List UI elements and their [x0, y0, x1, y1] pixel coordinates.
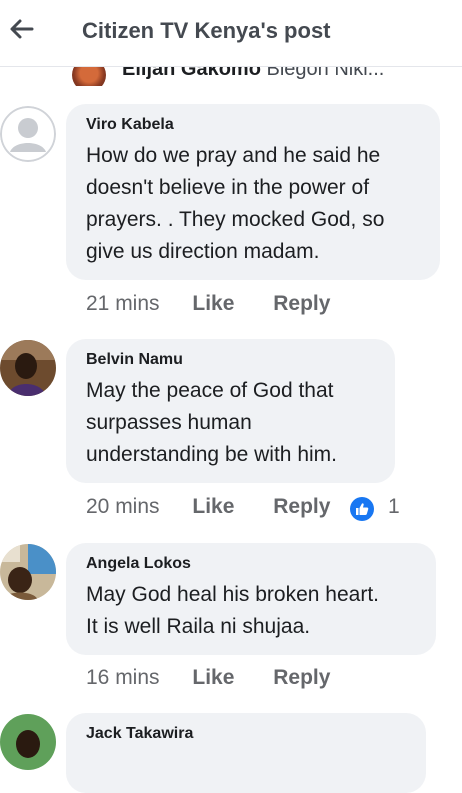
- comment-bubble[interactable]: Belvin Namu May the peace of God that su…: [66, 339, 395, 483]
- avatar[interactable]: [0, 714, 56, 770]
- comment-bubble[interactable]: Angela Lokos May God heal his broken hea…: [66, 543, 436, 655]
- reply-button[interactable]: Reply: [273, 666, 330, 689]
- comment-time[interactable]: 16 mins: [86, 666, 160, 689]
- comment-author[interactable]: Jack Takawira: [86, 724, 406, 744]
- reply-button[interactable]: Reply: [273, 292, 330, 315]
- user-photo: [0, 544, 56, 600]
- comment-bubble[interactable]: Jack Takawira: [66, 713, 426, 793]
- like-button[interactable]: Like: [192, 292, 234, 315]
- comment-meta: 16 mins Like Reply: [86, 666, 330, 690]
- page-title: Citizen TV Kenya's post: [82, 18, 331, 43]
- like-reaction-icon[interactable]: [350, 497, 374, 521]
- comment-time[interactable]: 20 mins: [86, 495, 160, 518]
- back-arrow-icon[interactable]: [6, 14, 36, 44]
- reply-button[interactable]: Reply: [273, 495, 330, 518]
- app-header: Citizen TV Kenya's post: [0, 0, 462, 67]
- comment-time[interactable]: 21 mins: [86, 292, 160, 315]
- comment-author[interactable]: Viro Kabela: [86, 115, 420, 135]
- comment-author[interactable]: Belvin Namu: [86, 350, 375, 370]
- reaction-count[interactable]: 1: [388, 495, 400, 519]
- comment-text: May God heal his broken heart. It is wel…: [86, 583, 379, 638]
- avatar[interactable]: [0, 544, 56, 600]
- like-button[interactable]: Like: [192, 666, 234, 689]
- comment-meta: 20 mins Like Reply: [86, 495, 330, 519]
- user-photo: [0, 340, 56, 396]
- like-button[interactable]: Like: [192, 495, 234, 518]
- avatar[interactable]: [0, 106, 56, 162]
- avatar[interactable]: [0, 340, 56, 396]
- comment-meta: 21 mins Like Reply: [86, 292, 330, 316]
- default-avatar-icon: [0, 106, 56, 162]
- comment-bubble[interactable]: Viro Kabela How do we pray and he said h…: [66, 104, 440, 280]
- comment-text: How do we pray and he said he doesn't be…: [86, 144, 385, 263]
- user-photo: [0, 714, 56, 770]
- comment-text: May the peace of God that surpasses huma…: [86, 379, 337, 466]
- comment-author[interactable]: Angela Lokos: [86, 554, 416, 574]
